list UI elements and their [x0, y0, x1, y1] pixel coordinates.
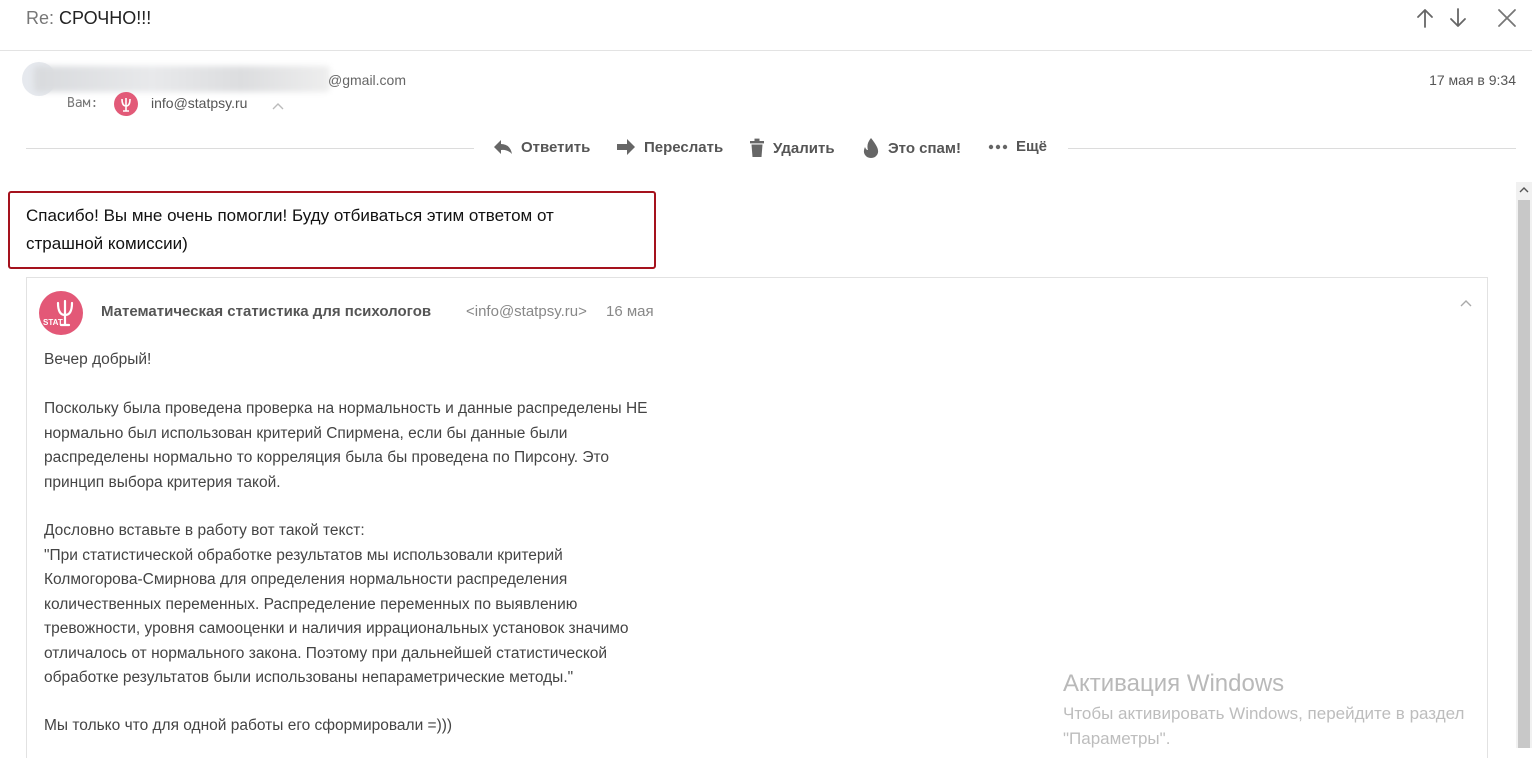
reply-line: Спасибо! Вы мне очень помогли! Буду отби… — [26, 206, 554, 225]
quoted-body-line: Колмогорова-Смирнова для определения нор… — [44, 571, 568, 588]
email-subject: Re: СРОЧНО!!! — [26, 8, 151, 29]
forward-label: Переслать — [644, 138, 724, 156]
recipient-avatar — [114, 92, 138, 116]
toolbar-line-left — [26, 148, 474, 149]
quoted-body-line: количественных переменных. Распределение… — [44, 595, 578, 613]
recipient-email[interactable]: info@statpsy.ru — [151, 95, 247, 111]
quoted-sender-email[interactable]: <info@statpsy.ru> — [466, 303, 587, 320]
message-date: 17 мая в 9:34 — [1429, 72, 1516, 88]
quoted-body-line: тревожности, уровня самооценки и наличия… — [44, 620, 629, 637]
trash-icon — [750, 138, 764, 157]
collapse-quoted-button[interactable] — [1458, 296, 1474, 308]
prev-message-button[interactable] — [1413, 6, 1437, 30]
windows-activation-title: Активация Windows — [1063, 670, 1285, 697]
scroll-up-arrow-icon — [1519, 187, 1529, 193]
spam-button[interactable]: Это спам! — [862, 138, 961, 158]
delete-button[interactable]: Удалить — [749, 138, 835, 158]
more-button[interactable]: Ещё — [988, 138, 1047, 155]
more-label: Ещё — [1016, 138, 1048, 155]
close-button[interactable] — [1495, 6, 1519, 30]
subject-text: СРОЧНО!!! — [59, 8, 152, 28]
fire-icon — [863, 138, 879, 158]
sender-email-domain[interactable]: @gmail.com — [328, 72, 406, 88]
scroll-up-button[interactable] — [1516, 182, 1532, 198]
quoted-body-line: Поскольку была проведена проверка на нор… — [44, 400, 648, 417]
quoted-body-line: обработке результатов были использованы … — [44, 669, 574, 686]
chevron-up-icon — [1460, 300, 1472, 307]
reply-button[interactable]: Ответить — [493, 138, 590, 156]
quoted-body-line: отличалось от нормального закона. Поэтом… — [44, 644, 608, 662]
close-icon — [1498, 9, 1516, 27]
header-divider — [0, 50, 1532, 51]
to-label: Вам: — [67, 96, 99, 111]
quoted-body-line: "При статистической обработке результато… — [44, 546, 563, 564]
chevron-up-icon — [272, 103, 284, 110]
windows-activation-text: "Параметры". — [1063, 729, 1171, 748]
toolbar-line-right — [1068, 148, 1516, 149]
windows-activation-text: Чтобы активировать Windows, перейдите в … — [1063, 704, 1465, 723]
quoted-sender-name[interactable]: Математическая статистика для психологов — [101, 303, 431, 320]
forward-icon — [617, 139, 635, 155]
quoted-body-line: Мы только что для одной работы его сформ… — [44, 717, 453, 734]
spam-label: Это спам! — [888, 139, 961, 157]
subject-prefix: Re: — [26, 8, 55, 28]
arrow-up-icon — [1417, 9, 1433, 28]
reply-label: Ответить — [521, 138, 591, 156]
quoted-body-line: принцип выбора критерия такой. — [44, 473, 281, 491]
reply-body: Спасибо! Вы мне очень помогли! Буду отби… — [26, 202, 636, 258]
blurred-sender-name — [34, 66, 330, 92]
next-message-button[interactable] — [1446, 6, 1470, 30]
quoted-date: 16 мая — [606, 303, 654, 320]
logo-text: STAT — [43, 318, 63, 327]
quoted-body-line: Вечер добрый! — [44, 351, 152, 368]
forward-button[interactable]: Переслать — [616, 138, 723, 156]
recipients-expand-button[interactable] — [271, 98, 285, 110]
statpsy-logo: STAT — [39, 291, 83, 335]
delete-label: Удалить — [773, 139, 835, 157]
quoted-body-line: нормально был использован критерий Спирм… — [44, 424, 568, 442]
quoted-body-line: Дословно вставьте в работу вот такой тек… — [44, 522, 365, 539]
arrow-down-icon — [1450, 8, 1466, 27]
reply-line: страшной комиссии) — [26, 234, 188, 253]
more-dots-icon — [988, 144, 1008, 149]
reply-icon — [494, 140, 512, 154]
quoted-body-line: распределены нормально то корреляция был… — [44, 449, 610, 466]
scrollbar-thumb[interactable] — [1518, 200, 1530, 748]
